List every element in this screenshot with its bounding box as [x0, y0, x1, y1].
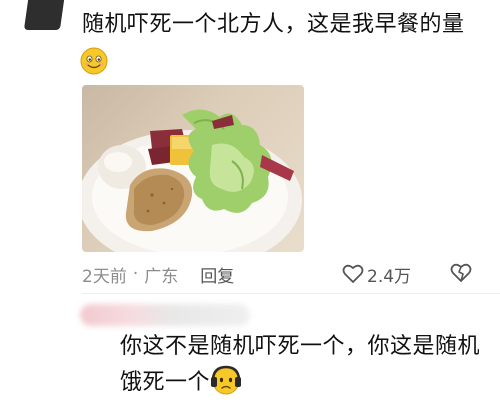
reply-body: 你这不是随机吓死一个，你这是随机饿死一个: [120, 334, 481, 395]
post-text: 随机吓死一个北方人，这是我早餐的量: [82, 12, 465, 37]
divider: [82, 293, 500, 294]
like-button[interactable]: 2.4万: [342, 261, 411, 287]
scared-face-icon: [211, 365, 242, 395]
breakfast-plate-image: [82, 109, 302, 252]
post-time: 2天前: [82, 266, 127, 287]
smiling-face-icon: [80, 47, 108, 75]
post-meta: 2天前 · 广东 回复: [82, 261, 234, 287]
meta-separator: ·: [132, 264, 139, 284]
reply-username-blurred: [80, 304, 250, 326]
breakfast-photo[interactable]: [82, 85, 304, 252]
like-count: 2.4万: [367, 266, 412, 287]
reply-button[interactable]: 回复: [200, 262, 234, 287]
avatar[interactable]: [23, 0, 65, 30]
post-location: 广东: [144, 266, 179, 287]
broken-heart-icon[interactable]: [450, 262, 472, 284]
reply-text: 你这不是随机吓死一个，你这是随机饿死一个: [120, 330, 490, 400]
heart-icon: [342, 264, 364, 283]
